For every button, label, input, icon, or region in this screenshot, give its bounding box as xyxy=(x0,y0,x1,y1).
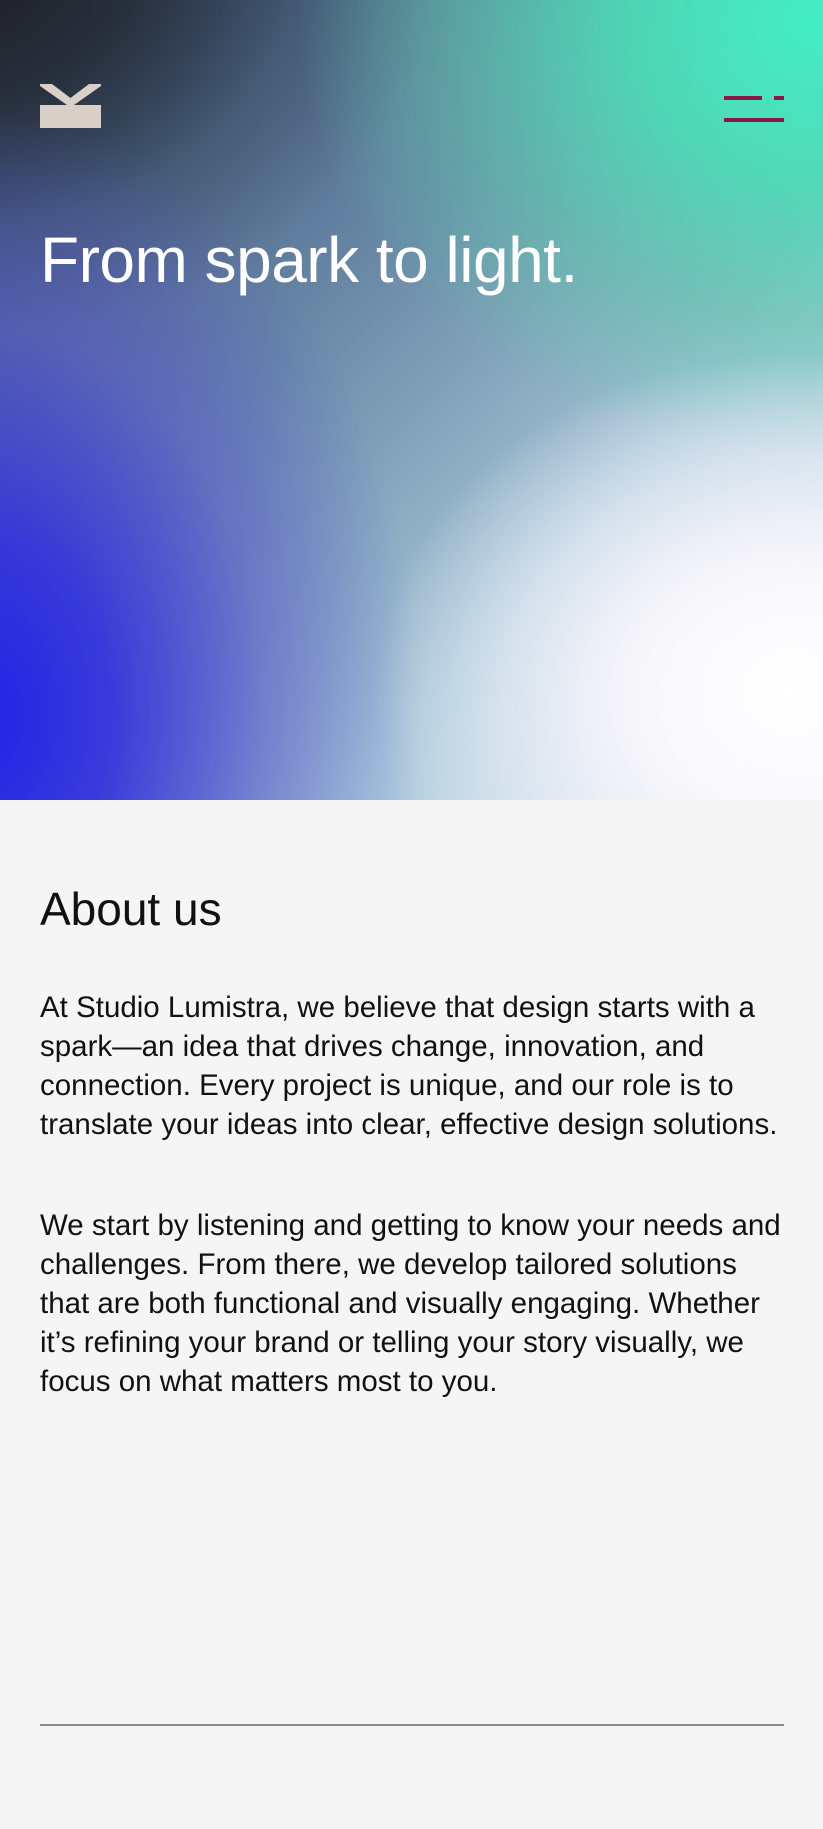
hero-gradient-background xyxy=(0,0,823,800)
menu-button[interactable] xyxy=(724,94,784,126)
hero-section: From spark to light. xyxy=(0,0,823,800)
footer-divider xyxy=(40,1724,784,1726)
hero-title: From spark to light. xyxy=(40,224,578,296)
about-paragraph-1: At Studio Lumistra, we believe that desi… xyxy=(40,991,778,1141)
about-title: About us xyxy=(40,883,222,935)
about-paragraph-2: We start by listening and getting to kno… xyxy=(40,1209,781,1398)
about-section: About us At Studio Lumistra, we believe … xyxy=(40,880,790,1463)
k-monogram-logo-icon[interactable] xyxy=(40,84,101,128)
logo-graphic xyxy=(40,84,101,128)
hamburger-menu-icon xyxy=(724,96,784,122)
